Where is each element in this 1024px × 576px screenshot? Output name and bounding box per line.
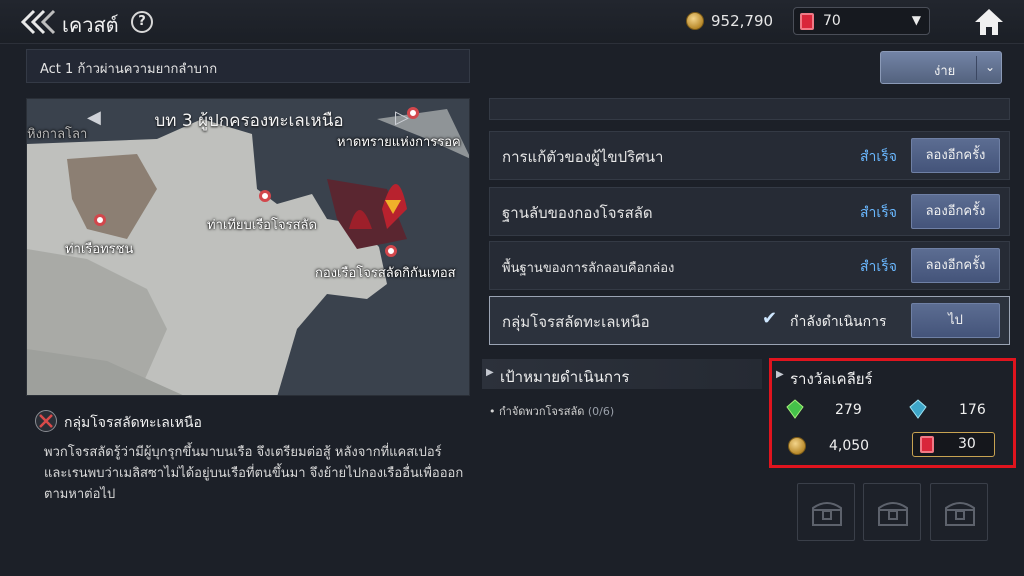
treasure-chest-icon[interactable] [863, 483, 921, 541]
objective-text: กำจัดพวกโจรสลัด [499, 405, 585, 418]
quest-description: พวกโจรสลัดรู้ว่ามีผู้บุกรุกขึ้นมาบนเรือ … [44, 445, 464, 502]
chevron-down-icon: ⌄ [985, 60, 996, 74]
act-label: Act 1 ก้าวผ่านความยากลำบาก [40, 62, 218, 77]
retry-button[interactable]: ลองอีกครั้ง [911, 248, 1000, 283]
red-gem-icon [800, 13, 814, 30]
gem-currency-selector[interactable]: 70 ▼ [793, 7, 930, 35]
gold-reward-amount: 4,050 [829, 438, 870, 454]
quest-title: การแก้ตัวของผู้ไขปริศนา [502, 148, 664, 166]
section-arrow-icon: ▶ [486, 367, 494, 378]
treasure-chest-icon[interactable] [797, 483, 855, 541]
map-label-port: ท่าเรือทรชน [65, 242, 134, 257]
quest-name: กลุ่มโจรสลัดทะเลเหนือ [64, 415, 202, 431]
checkmark-icon: ✔ [762, 308, 778, 329]
treasure-chest-icon[interactable] [930, 483, 988, 541]
location-marker[interactable] [94, 214, 106, 226]
green-crystal-icon [786, 399, 804, 419]
top-bar: เควสต์ ? 952,790 70 ▼ [0, 0, 1024, 44]
green-crystal-amount: 279 [835, 402, 862, 418]
map-label-fleet: กองเรือโจรสลัดกิกันเทอส [315, 266, 456, 281]
difficulty-label: ง่าย [934, 64, 956, 79]
gold-coin-icon [788, 437, 806, 455]
go-button[interactable]: ไป [911, 303, 1000, 338]
objective-count: (0/6) [587, 405, 615, 418]
quest-status: สำเร็จ [860, 205, 897, 221]
crossed-swords-icon [35, 410, 57, 432]
location-marker[interactable] [259, 190, 271, 202]
red-gem-icon [920, 436, 934, 453]
quest-title: พื้นฐานของการลักลอบคือกล่อง [502, 261, 675, 276]
map-label-top-right: หาดทรายแห่งการรอค [337, 135, 461, 150]
back-arrow-icon[interactable] [20, 8, 56, 36]
dropdown-divider [976, 56, 977, 80]
quest-row-partial [489, 98, 1010, 120]
gem-reward-amount: 30 [958, 436, 976, 452]
location-marker[interactable] [385, 245, 397, 257]
current-location-arrow-icon [385, 200, 401, 214]
blue-crystal-icon [909, 399, 927, 419]
quest-row[interactable]: พื้นฐานของการลักลอบคือกล่อง สำเร็จ ลองอี… [489, 241, 1010, 290]
objectives-title: เป้าหมายดำเนินการ [500, 368, 630, 386]
gem-amount: 70 [823, 13, 841, 29]
quest-status: สำเร็จ [860, 259, 897, 275]
quest-status: สำเร็จ [860, 149, 897, 165]
difficulty-dropdown[interactable]: ง่าย ⌄ [880, 51, 1002, 84]
active-quest-row[interactable]: กลุ่มโจรสลัดทะเลเหนือ ✔ กำลังดำเนินการ ไ… [489, 296, 1010, 345]
map-label-top-left: หิงกาลโลา [27, 127, 88, 142]
location-marker[interactable] [407, 107, 419, 119]
blue-crystal-amount: 176 [959, 402, 986, 418]
chapter-map[interactable]: ◀ บท 3 ผู้ปกครองทะเลเหนือ ▷ หิงกาลโลา หา… [26, 98, 470, 396]
quest-row[interactable]: การแก้ตัวของผู้ไขปริศนา สำเร็จ ลองอีกครั… [489, 131, 1010, 180]
dropdown-triangle-icon[interactable]: ▼ [912, 13, 921, 27]
home-icon[interactable] [973, 7, 1005, 37]
objective-item: • กำจัดพวกโจรสลัด (0/6) [489, 405, 615, 418]
gold-amount: 952,790 [711, 12, 774, 30]
quest-status: กำลังดำเนินการ [790, 314, 887, 330]
objectives-header: ▶ เป้าหมายดำเนินการ [482, 359, 762, 389]
help-icon[interactable]: ? [131, 11, 153, 33]
gold-coin-icon [686, 12, 704, 30]
retry-button[interactable]: ลองอีกครั้ง [911, 138, 1000, 173]
quest-row[interactable]: ฐานลับของกองโจรสลัด สำเร็จ ลองอีกครั้ง [489, 187, 1010, 236]
gem-reward-box: 30 [912, 432, 995, 457]
retry-button[interactable]: ลองอีกครั้ง [911, 194, 1000, 229]
quest-title: กลุ่มโจรสลัดทะเลเหนือ [502, 313, 650, 331]
quest-title: ฐานลับของกองโจรสลัด [502, 204, 653, 222]
page-title: เควสต์ [62, 13, 119, 37]
act-bar: Act 1 ก้าวผ่านความยากลำบาก [26, 49, 470, 83]
map-label-pirate-pier: ท่าเทียบเรือโจรสลัด [207, 218, 317, 233]
